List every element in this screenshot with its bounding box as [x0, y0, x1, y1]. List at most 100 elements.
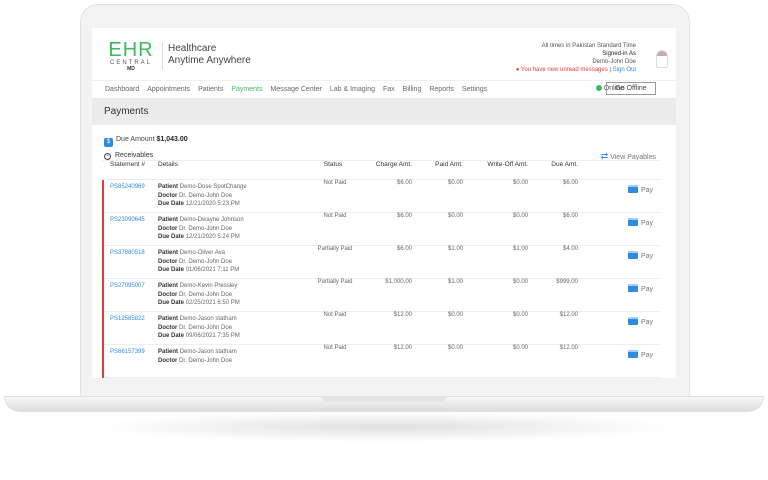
paid-cell: $0.00 [447, 345, 463, 351]
pay-button[interactable]: Pay [628, 317, 653, 326]
header: EHR CENTRAL MD Healthcare Anytime Anywhe… [92, 28, 676, 78]
patient-label: Patient [158, 283, 179, 289]
online-dot-icon [595, 85, 602, 91]
statement-link[interactable]: PS85240969 [110, 184, 145, 190]
nav-settings[interactable]: Settings [462, 86, 487, 93]
pay-button[interactable]: Pay [628, 350, 653, 359]
column-header[interactable]: Paid Amt. [435, 161, 463, 168]
status-cell: Partially Paid [317, 246, 353, 252]
column-header[interactable]: Charge Amt. [376, 161, 412, 168]
pay-label: Pay [641, 253, 654, 260]
doctor-name: Dr. Demo-John Doe [179, 357, 233, 364]
timezone: All times in Pakistan Standard Time [541, 43, 636, 49]
nav-appointments[interactable]: Appointments [147, 86, 190, 93]
logo[interactable]: EHR CENTRAL MD [106, 40, 156, 72]
laptop-shadow [90, 412, 680, 442]
page-title: Payments [92, 98, 676, 125]
patient-name: Demo-Kevin Pressley [179, 283, 238, 289]
receivables-label: Receivables [115, 152, 154, 159]
nav-reports[interactable]: Reports [429, 86, 454, 93]
tagline-2: Anytime Anywhere [168, 55, 251, 66]
avatar[interactable] [656, 50, 668, 68]
pay-label: Pay [641, 319, 654, 326]
tagline: Healthcare Anytime Anywhere [168, 43, 251, 67]
patient-name: Demo-Jason statham [179, 349, 237, 355]
due-cell: $4.00 [562, 246, 578, 252]
go-offline-button[interactable]: Go Offline [606, 82, 656, 95]
signed-in-label: Signed-in As [602, 51, 636, 57]
paid-cell: $0.00 [447, 180, 463, 186]
column-header[interactable]: Status [293, 161, 373, 168]
statement-link[interactable]: PS12585822 [110, 316, 145, 322]
user-name: Demo-John Doe [592, 59, 636, 65]
nav-fax[interactable]: Fax [383, 86, 395, 93]
nav-message-center[interactable]: Message Center [270, 86, 321, 93]
payments-table: PS85240969 Patient Demo-Dose SpotChange … [102, 180, 660, 378]
due-cell: $12.00 [559, 312, 578, 318]
statement-link[interactable]: PS27095007 [110, 283, 145, 289]
column-header[interactable]: Details [158, 161, 178, 168]
due-date-label: Due Date [158, 333, 185, 339]
pay-label: Pay [641, 286, 654, 293]
credit-card-icon [628, 218, 638, 226]
credit-card-icon [628, 251, 638, 259]
due-date: 12/21/2020 5:24 PM [185, 234, 240, 240]
patient-label: Patient [158, 184, 179, 190]
doctor-label: Doctor [158, 192, 178, 199]
column-header[interactable]: Due Amt. [551, 161, 578, 168]
pay-button[interactable]: Pay [628, 185, 653, 194]
statement-link[interactable]: PS37880518 [110, 250, 145, 256]
status-cell: Not Paid [323, 345, 347, 351]
statement-link[interactable]: PS23090645 [110, 217, 145, 223]
laptop-notch [322, 396, 446, 402]
sign-out-link[interactable]: Sign Out [613, 67, 636, 73]
doctor-label: Doctor [158, 291, 178, 298]
nav-billing[interactable]: Billing [403, 86, 422, 93]
due-cell: $999.00 [556, 279, 578, 285]
logo-text: EHR [108, 39, 154, 61]
details: Patient Demo-Oliver Ava Doctor Dr. Demo-… [158, 249, 239, 275]
patient-label: Patient [158, 250, 179, 256]
pay-label: Pay [641, 352, 654, 359]
due-value: $1,043.00 [156, 136, 188, 143]
user-info: All times in Pakistan Standard Time Sign… [515, 43, 636, 73]
status-cell: Not Paid [323, 180, 347, 186]
nav-payments[interactable]: Payments [231, 86, 262, 93]
column-header[interactable]: Statement # [110, 161, 145, 168]
charge-cell: $6.00 [396, 213, 412, 219]
column-header[interactable]: Write-Off Amt. [487, 161, 528, 168]
due-date: 02/25/2021 6:50 PM [185, 300, 240, 306]
pay-button[interactable]: Pay [628, 284, 653, 293]
statement-link[interactable]: PS66157399 [110, 349, 145, 355]
table-row: PS37880518 Patient Demo-Oliver Ava Docto… [104, 246, 660, 279]
credit-card-icon [628, 350, 638, 358]
doctor-label: Doctor [158, 357, 178, 364]
due-cell: $6.00 [562, 213, 578, 219]
doctor-name: Dr. Demo-John Doe [179, 192, 233, 199]
doctor-label: Doctor [158, 225, 178, 232]
details: Patient Demo-Dwayne Johnson Doctor Dr. D… [158, 216, 244, 242]
logo-md: MD [127, 66, 135, 72]
receivables-toggle[interactable]: − Receivables [104, 152, 153, 160]
nav-dashboard[interactable]: Dashboard [105, 86, 139, 93]
patient-label: Patient [158, 217, 179, 223]
paid-cell: $1.00 [447, 279, 463, 285]
patient-label: Patient [158, 349, 179, 355]
nav-lab-imaging[interactable]: Lab & Imaging [330, 86, 375, 93]
table-row: PS27095007 Patient Demo-Kevin Pressley D… [104, 279, 660, 312]
patient-name: Demo-Jason statham [179, 316, 237, 322]
dollar-icon: $ [104, 138, 113, 147]
doctor-label: Doctor [158, 258, 178, 265]
status-cell: Partially Paid [317, 279, 353, 285]
writeoff-cell: $0.00 [512, 279, 528, 285]
paid-cell: $0.00 [447, 213, 463, 219]
paid-cell: $1.00 [447, 246, 463, 252]
doctor-name: Dr. Demo-John Doe [179, 324, 233, 331]
table-row: PS12585822 Patient Demo-Jason statham Do… [104, 312, 660, 345]
pay-button[interactable]: Pay [628, 251, 653, 260]
nav-patients[interactable]: Patients [198, 86, 223, 93]
status-cell: Not Paid [323, 312, 347, 318]
pay-button[interactable]: Pay [628, 218, 653, 227]
unread-messages-link[interactable]: ● You have new unread messages [516, 67, 608, 73]
patient-name: Demo-Dwayne Johnson [179, 217, 244, 223]
